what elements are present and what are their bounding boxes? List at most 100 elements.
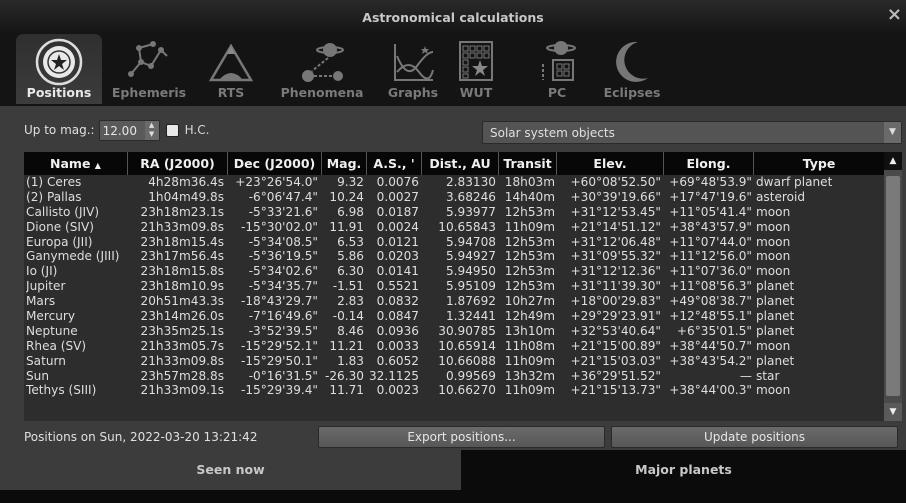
table-cell: Callisto (JIV) — [26, 204, 100, 219]
table-cell: 2.83130 — [445, 175, 496, 189]
column-header[interactable]: RA (J2000) — [128, 152, 228, 175]
table-cell: +21°15'03.03" — [570, 353, 661, 368]
table-cell: +21°15'13.73" — [570, 383, 661, 398]
table-cell: Europa (JII) — [26, 234, 93, 249]
table-cell: 32.1125 — [368, 368, 419, 383]
column-header[interactable]: Type — [754, 152, 884, 175]
table-row[interactable]: Mars 20h51m43.3s -18°43'29.7" 2.83 0.0832 1.8… — [24, 294, 884, 309]
table-cell: moon — [756, 204, 791, 219]
spin-arrows-icon[interactable]: ▲ ▼ — [144, 120, 159, 140]
table-row[interactable]: Mercury 23h14m26.0s -7°16'49.6" -0.14 0.0847… — [24, 309, 884, 324]
object-type-value: Solar system objects — [490, 126, 615, 140]
table-cell: -5°34'35.7" — [248, 279, 318, 294]
tab-graphs[interactable]: Graphs — [378, 34, 448, 104]
table-cell: (1) Ceres — [26, 175, 82, 189]
table-cell: 11h08m — [504, 338, 555, 353]
tab-major-planets[interactable]: Major planets — [461, 450, 906, 490]
tab-label: Phenomena — [280, 85, 364, 100]
tab-eclipses[interactable]: Eclipses — [594, 34, 670, 104]
table-cell: 0.0027 — [376, 189, 419, 204]
tab-pc[interactable]: PC — [522, 34, 592, 104]
table-row[interactable]: Rhea (SV) 21h33m05.7s -15°29'52.1" 11.21 0.0… — [24, 339, 884, 354]
scroll-down-icon[interactable]: ▼ — [884, 403, 902, 421]
table-cell: planet — [756, 294, 795, 309]
table-cell: 30.90785 — [438, 323, 496, 338]
table-cell: 3.68246 — [445, 189, 496, 204]
close-icon[interactable]: × — [887, 6, 902, 24]
table-cell: +29°29'23.91" — [570, 309, 661, 324]
table-cell: +11°08'56.3" — [669, 279, 752, 294]
table-row[interactable]: Neptune 23h35m25.1s -3°52'39.5" 8.46 0.0936 3… — [24, 324, 884, 339]
table-cell: Rhea (SV) — [26, 338, 87, 353]
table-cell: 11h09m — [504, 383, 555, 398]
column-header[interactable]: Dist., AU — [422, 152, 499, 175]
table-cell: 0.0187 — [376, 204, 419, 219]
table-cell: moon — [756, 234, 791, 249]
table-cell: 13h32m — [504, 368, 555, 383]
table-cell: 10h27m — [504, 294, 555, 309]
table-cell: 0.5521 — [376, 279, 419, 294]
column-header[interactable]: Elong. — [664, 152, 754, 175]
table-row[interactable]: Dione (SIV) 21h33m09.8s -15°30'02.0" 11.91 0… — [24, 220, 884, 235]
table-row[interactable]: Sun 23h57m28.8s -0°16'31.5" -26.30 32.1125 0.… — [24, 369, 884, 384]
table-cell: 0.0936 — [376, 323, 419, 338]
column-header[interactable]: Name ▲ — [24, 152, 128, 175]
table-cell: -15°29'39.4" — [240, 383, 318, 398]
tab-positions[interactable]: Positions — [16, 34, 102, 104]
title-bar: Astronomical calculations × — [0, 0, 906, 34]
scroll-up-icon[interactable]: ▲ — [884, 152, 902, 170]
magnitude-filter: Up to mag.: 12.00 ▲ ▼ H.C. — [24, 119, 209, 141]
column-header[interactable]: Elev. — [557, 152, 664, 175]
tab-rts[interactable]: RTS — [196, 34, 266, 104]
table-row[interactable]: Europa (JII) 23h18m15.4s -5°34'08.5" 6.53 0.… — [24, 235, 884, 250]
update-positions-button[interactable]: Update positions — [611, 426, 898, 448]
table-cell: — — [739, 368, 752, 383]
tab-label: Eclipses — [603, 85, 661, 100]
table-cell: 23h18m15.8s — [140, 264, 224, 279]
table-row[interactable]: Ganymede (JIII) 23h17m56.4s -5°36'19.5" 5.8… — [24, 249, 884, 264]
column-header[interactable]: A.S., ' — [367, 152, 422, 175]
table-row[interactable]: Tethys (SIII) 21h33m09.1s -15°29'39.4" 11.7… — [24, 383, 884, 398]
column-header[interactable]: Dec (J2000) — [228, 152, 322, 175]
table-cell: +31°11'39.30" — [570, 279, 661, 294]
object-type-select[interactable]: Solar system objects ▼ — [482, 121, 902, 144]
column-header[interactable]: Transit — [499, 152, 557, 175]
table-cell: +31°12'12.36" — [570, 264, 661, 279]
chevron-down-icon[interactable]: ▼ — [884, 122, 901, 143]
table-cell: +12°48'55.1" — [669, 309, 752, 324]
table-cell: 9.32 — [337, 175, 364, 189]
table-cell: 0.0024 — [376, 219, 419, 234]
tab-seen-now[interactable]: Seen now — [0, 450, 461, 490]
tab-phenomena[interactable]: Phenomena — [272, 34, 372, 104]
table-cell: 23h18m23.1s — [140, 204, 224, 219]
tab-wut[interactable]: WUT — [448, 34, 504, 104]
positions-table: Name ▲ RA (J2000) Dec (J2000) Mag. A.S.,… — [24, 152, 902, 421]
table-row[interactable]: Callisto (JIV) 23h18m23.1s -5°33'21.6" 6.98… — [24, 205, 884, 220]
magnitude-value: 12.00 — [102, 123, 137, 138]
scrollbar-thumb[interactable] — [886, 176, 900, 396]
table-row[interactable]: Saturn 21h33m09.8s -15°29'50.1" 1.83 0.6052 1… — [24, 354, 884, 369]
table-cell: 11h09m — [504, 353, 555, 368]
table-cell: -3°52'39.5" — [248, 323, 318, 338]
table-row[interactable]: (1) Ceres 4h28m36.4s +23°26'54.0" 9.32 0.007… — [24, 175, 884, 190]
table-cell: 12h53m — [504, 234, 555, 249]
magnitude-spinbox[interactable]: 12.00 ▲ ▼ — [98, 119, 160, 141]
tab-ephemeris[interactable]: Ephemeris — [106, 34, 192, 104]
table-cell: planet — [756, 323, 795, 338]
table-cell: -1.51 — [332, 279, 364, 294]
table-cell: 6.30 — [337, 264, 364, 279]
table-cell: 23h57m28.8s — [140, 368, 224, 383]
table-row[interactable]: Io (JI) 23h18m15.8s -5°34'02.6" 6.30 0.0141 5… — [24, 264, 884, 279]
table-cell: +11°07'44.0" — [669, 234, 752, 249]
table-cell: -18°43'29.7" — [240, 294, 318, 309]
sort-ascending-icon: ▲ — [94, 161, 101, 170]
table-row[interactable]: (2) Pallas 1h04m49.8s -6°06'47.4" 10.24 0.00… — [24, 190, 884, 205]
table-cell: asteroid — [756, 189, 806, 204]
hc-checkbox[interactable] — [165, 123, 179, 137]
table-row[interactable]: Jupiter 23h18m10.9s -5°34'35.7" -1.51 0.5521… — [24, 279, 884, 294]
table-cell: 0.0203 — [376, 249, 419, 264]
column-header[interactable]: Mag. — [322, 152, 367, 175]
vertical-scrollbar[interactable]: ▲ ▼ — [884, 152, 902, 421]
export-positions-button[interactable]: Export positions... — [318, 426, 605, 448]
table-cell: moon — [756, 383, 791, 398]
